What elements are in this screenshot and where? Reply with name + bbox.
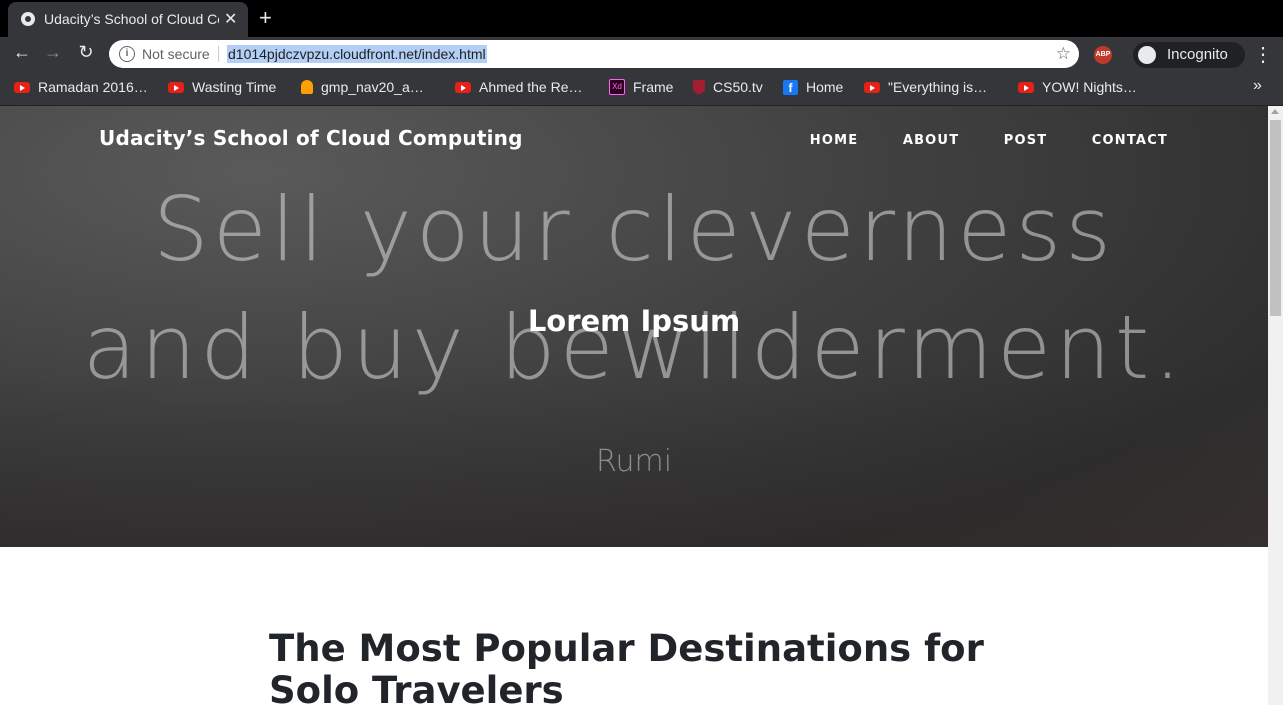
- bookmark-star-icon[interactable]: ☆: [1056, 44, 1071, 64]
- bookmark-item[interactable]: YOW! Nights…: [1018, 79, 1137, 99]
- incognito-label: Incognito: [1167, 46, 1228, 63]
- globe-icon: [21, 12, 35, 26]
- bookmarks-overflow-icon[interactable]: »: [1253, 77, 1262, 95]
- not-secure-label[interactable]: Not secure: [142, 46, 210, 62]
- youtube-icon: [455, 81, 471, 93]
- youtube-icon: [864, 81, 880, 93]
- adobe-xd-icon: Xd: [609, 79, 625, 96]
- address-bar[interactable]: i Not secure d1014pjdczvpzu.cloudfront.n…: [109, 40, 1079, 68]
- bookmark-item[interactable]: "Everything is…: [864, 79, 987, 99]
- incognito-badge[interactable]: Incognito: [1133, 42, 1245, 68]
- forward-arrow-icon[interactable]: →: [41, 42, 65, 63]
- scroll-up-arrow-icon[interactable]: [1271, 109, 1279, 114]
- bookmark-item[interactable]: Wasting Time: [168, 79, 276, 99]
- reload-icon[interactable]: ↻: [74, 42, 98, 63]
- hero-quote-author: Rumi: [595, 444, 673, 479]
- nav-post-link[interactable]: POST: [1004, 133, 1048, 148]
- incognito-icon: [1138, 46, 1156, 64]
- youtube-icon: [168, 81, 184, 93]
- bookmarks-bar: Ramadan 2016… Wasting Time gmp_nav20_a… …: [0, 72, 1283, 106]
- divider: [218, 46, 219, 62]
- info-icon[interactable]: i: [119, 46, 135, 62]
- youtube-icon: [1018, 81, 1034, 93]
- scrollbar-thumb[interactable]: [1270, 120, 1281, 316]
- bookmark-item[interactable]: Ahmed the Re…: [455, 79, 583, 99]
- youtube-icon: [14, 81, 30, 93]
- tab-strip: Udacity’s School of Cloud Computing ✕ +: [0, 0, 1283, 37]
- browser-tab[interactable]: Udacity’s School of Cloud Computing ✕: [8, 2, 248, 37]
- nav-home-link[interactable]: HOME: [810, 133, 859, 148]
- back-arrow-icon[interactable]: ←: [10, 42, 34, 63]
- url-text[interactable]: d1014pjdczvpzu.cloudfront.net/index.html: [227, 45, 487, 63]
- page-viewport: Sell your cleverness and buy bewildermen…: [0, 106, 1268, 705]
- new-tab-button[interactable]: +: [259, 5, 272, 31]
- bookmark-item[interactable]: Xd Frame: [609, 79, 673, 99]
- nav-contact-link[interactable]: CONTACT: [1092, 133, 1168, 148]
- bookmark-item[interactable]: CS50.tv: [693, 79, 763, 99]
- adblock-plus-icon[interactable]: ABP: [1094, 46, 1112, 64]
- article-title-link[interactable]: The Most Popular Destinations for Solo T…: [269, 628, 1029, 705]
- hero-title: Lorem Ipsum: [527, 304, 741, 338]
- browser-toolbar: ← → ↻ i Not secure d1014pjdczvpzu.cloudf…: [0, 37, 1283, 72]
- site-brand-link[interactable]: Udacity’s School of Cloud Computing: [99, 126, 523, 150]
- harvard-icon: [693, 80, 705, 95]
- facebook-icon: f: [783, 79, 798, 95]
- firebase-icon: [301, 80, 313, 95]
- nav-about-link[interactable]: ABOUT: [903, 133, 959, 148]
- hero-quote-line-1: Sell your cleverness: [152, 178, 1116, 281]
- bookmark-item[interactable]: Ramadan 2016…: [14, 79, 148, 99]
- site-nav: HOME ABOUT POST CONTACT: [770, 131, 1168, 149]
- close-tab-icon[interactable]: ✕: [224, 9, 237, 29]
- page-scrollbar[interactable]: [1268, 106, 1283, 705]
- tab-title: Udacity’s School of Cloud Computing: [44, 11, 219, 27]
- hero-header: Sell your cleverness and buy bewildermen…: [0, 106, 1268, 547]
- more-menu-icon[interactable]: ⋮: [1253, 42, 1273, 67]
- bookmark-item[interactable]: f Home: [783, 79, 843, 99]
- bookmark-item[interactable]: gmp_nav20_a…: [301, 79, 424, 99]
